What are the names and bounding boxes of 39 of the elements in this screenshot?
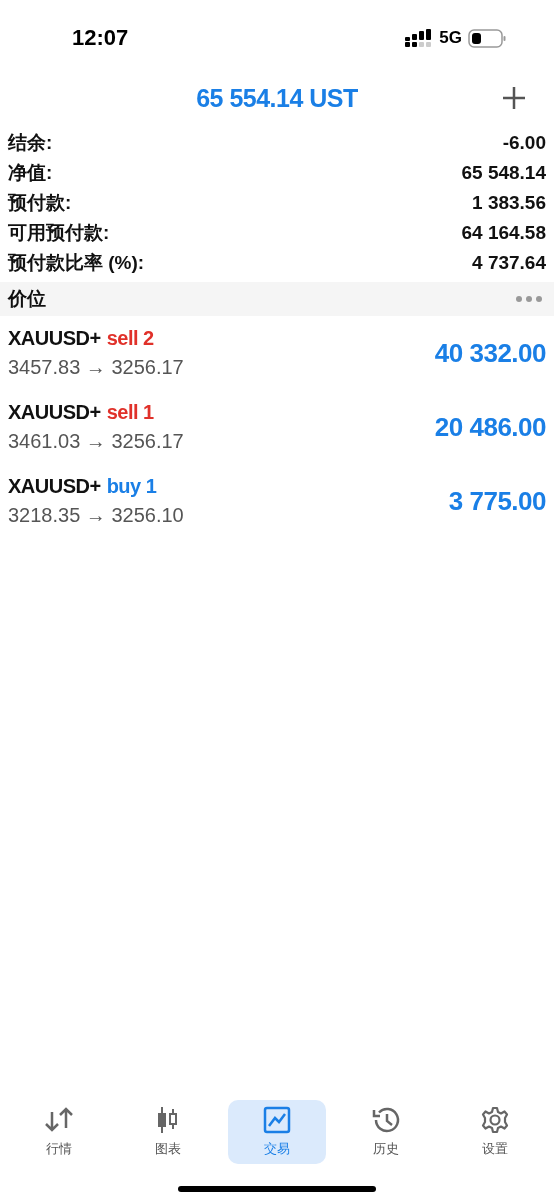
settings-icon bbox=[481, 1106, 510, 1134]
position-type: sell 2 bbox=[106, 327, 154, 350]
tab[interactable]: 图表 bbox=[119, 1100, 217, 1164]
account-balance-title: 65 554.14 UST bbox=[196, 83, 358, 113]
position-prices: 3461.03 → 3256.17 bbox=[8, 430, 184, 453]
tab[interactable]: 设置 bbox=[446, 1100, 544, 1164]
candlestick-icon bbox=[155, 1106, 180, 1134]
position-prices: 3218.35 → 3256.10 bbox=[8, 504, 184, 527]
summary-value: 4 737.64 bbox=[472, 252, 546, 274]
section-title: 价位 bbox=[8, 287, 46, 311]
position-symbol: XAUUSD+ bbox=[8, 401, 101, 424]
add-icon[interactable] bbox=[500, 84, 528, 112]
summary-value: 65 548.14 bbox=[461, 162, 546, 184]
summary-value: 64 164.58 bbox=[461, 222, 546, 244]
summary-label: 预付款: bbox=[8, 191, 72, 215]
tab[interactable]: 历史 bbox=[337, 1100, 435, 1164]
position-prices: 3457.83 → 3256.17 bbox=[8, 356, 184, 379]
position-profit: 3 775.00 bbox=[448, 485, 546, 517]
position-profit: 20 486.00 bbox=[434, 411, 546, 443]
summary-label: 可用预付款: bbox=[8, 221, 110, 245]
arrows-icon bbox=[43, 1106, 74, 1134]
summary-label: 结余: bbox=[8, 131, 53, 155]
position-symbol: XAUUSD+ bbox=[8, 475, 101, 498]
summary-label: 预付款比率 (%): bbox=[8, 251, 145, 275]
summary-value: 1 383.56 bbox=[472, 192, 546, 214]
position-symbol: XAUUSD+ bbox=[8, 327, 101, 350]
position-type: buy 1 bbox=[106, 475, 157, 498]
history-icon bbox=[371, 1106, 402, 1134]
signal-icon bbox=[405, 29, 434, 47]
tab[interactable]: 行情 bbox=[10, 1100, 108, 1164]
position-profit: 40 332.00 bbox=[434, 337, 546, 369]
battery-icon bbox=[468, 28, 506, 48]
summary-label: 净值: bbox=[8, 161, 53, 185]
line-chart-icon bbox=[263, 1106, 291, 1134]
position-type: sell 1 bbox=[106, 401, 154, 424]
network-label: 5G bbox=[439, 28, 462, 48]
clock-time: 12:07 bbox=[72, 25, 130, 51]
summary-value: -6.00 bbox=[502, 132, 546, 154]
more-icon[interactable] bbox=[516, 296, 542, 302]
